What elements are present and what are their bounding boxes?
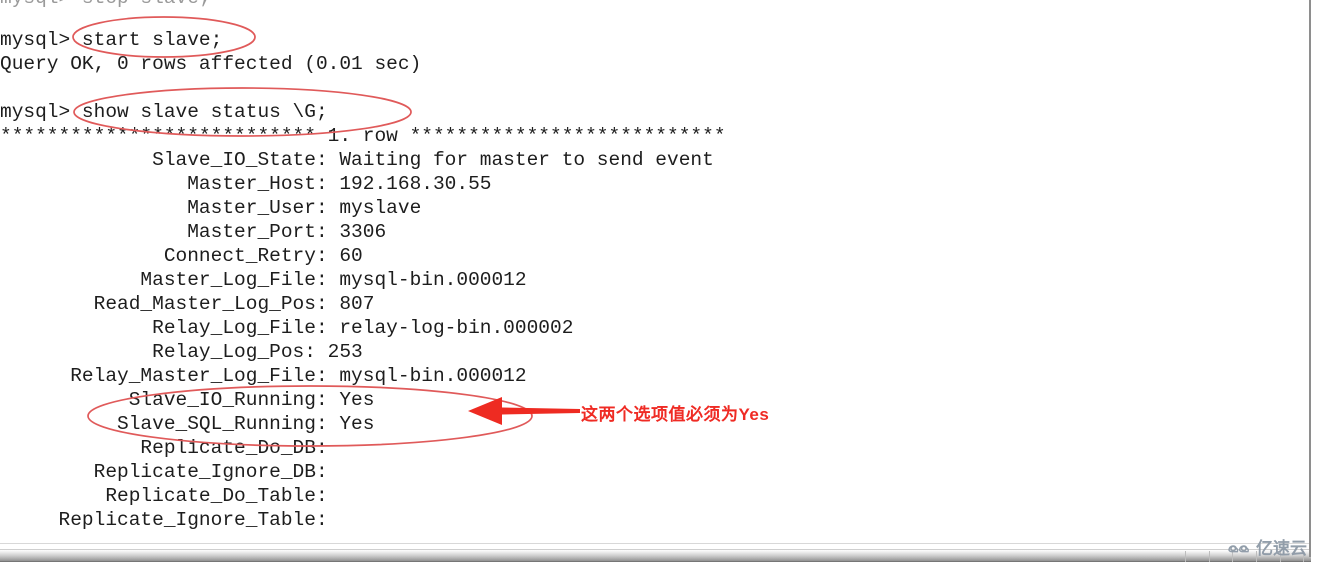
screenshot-root: mysql> stop slave; mysql> start slave;Qu…: [0, 0, 1319, 565]
terminal-line: Slave_SQL_Running: Yes: [0, 413, 375, 435]
terminal-line: *************************** 1. row *****…: [0, 125, 726, 147]
terminal-line: Read_Master_Log_Pos: 807: [0, 293, 375, 315]
terminal-line-clipped: mysql> stop slave;: [0, 0, 211, 10]
scrollbar-tick: [1209, 551, 1210, 562]
terminal-line: Slave_IO_Running: Yes: [0, 389, 375, 411]
terminal-line: Replicate_Do_DB:: [0, 437, 328, 459]
terminal-line: Master_User: myslave: [0, 197, 422, 219]
horizontal-scrollbar-thumb[interactable]: [0, 550, 1180, 561]
terminal-line: Slave_IO_State: Waiting for master to se…: [0, 149, 714, 171]
terminal-line: Connect_Retry: 60: [0, 245, 363, 267]
terminal-line: Replicate_Ignore_Table:: [0, 509, 328, 531]
annotation-note-text: 这两个选项值必须为Yes: [581, 405, 770, 424]
content-bottom-divider: [0, 543, 1311, 544]
terminal-line: Relay_Log_Pos: 253: [0, 341, 363, 363]
terminal-line: Relay_Master_Log_File: mysql-bin.000012: [0, 365, 527, 387]
terminal-line: Master_Log_File: mysql-bin.000012: [0, 269, 527, 291]
terminal-line: Replicate_Do_Table:: [0, 485, 328, 507]
horizontal-scrollbar[interactable]: [0, 545, 1311, 565]
terminal-line: mysql> start slave;: [0, 29, 223, 51]
terminal-line: mysql> show slave status \G;: [0, 101, 328, 123]
horizontal-scrollbar-track[interactable]: [0, 549, 1311, 562]
terminal-line: Query OK, 0 rows affected (0.01 sec): [0, 53, 422, 75]
cloud-icon: [1228, 544, 1249, 552]
terminal-line: Master_Host: 192.168.30.55: [0, 173, 492, 195]
terminal-line: Relay_Log_File: relay-log-bin.000002: [0, 317, 574, 339]
terminal-output[interactable]: mysql> stop slave; mysql> start slave;Qu…: [0, 0, 1319, 540]
terminal-line: Replicate_Ignore_DB:: [0, 461, 328, 483]
terminal-line: Master_Port: 3306: [0, 221, 387, 243]
scrollbar-tick: [1185, 551, 1186, 562]
watermark: 亿速云: [1227, 534, 1307, 559]
watermark-label: 亿速云: [1256, 539, 1307, 558]
window-right-border: [1309, 0, 1311, 557]
